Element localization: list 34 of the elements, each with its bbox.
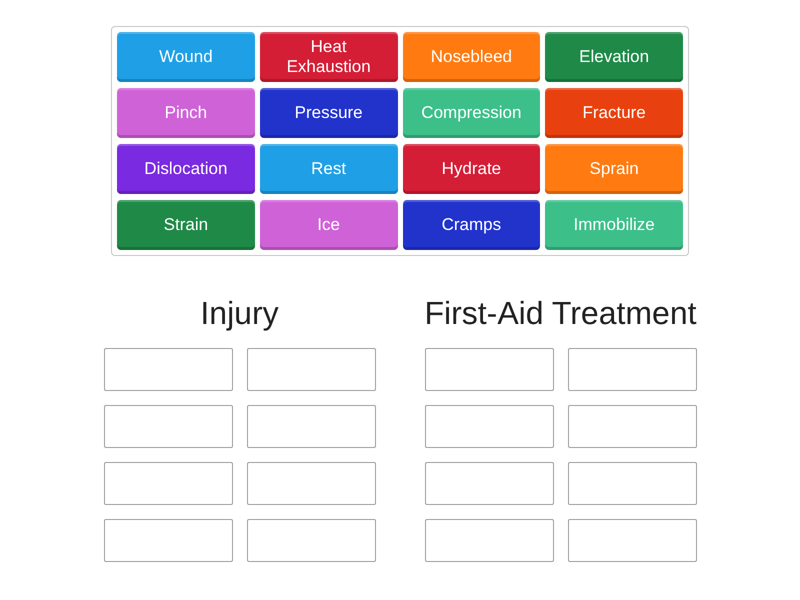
answer-tile[interactable]: Strain xyxy=(117,200,255,250)
answer-tile[interactable]: Heat Exhaustion xyxy=(260,32,398,82)
drop-slot[interactable] xyxy=(104,405,232,448)
answer-tile[interactable]: Ice xyxy=(260,200,398,250)
answer-tile[interactable]: Fracture xyxy=(545,88,683,138)
answer-tile[interactable]: Hydrate xyxy=(402,144,540,194)
drop-slot[interactable] xyxy=(104,462,232,505)
answer-tile[interactable]: Cramps xyxy=(402,200,540,250)
drop-slot[interactable] xyxy=(424,462,554,505)
answer-tile[interactable]: Immobilize xyxy=(545,200,683,250)
column-heading: First-Aid Treatment xyxy=(424,294,697,333)
answer-tile[interactable]: Sprain xyxy=(545,144,683,194)
answer-tile[interactable]: Nosebleed xyxy=(402,32,540,82)
drop-slot[interactable] xyxy=(246,405,376,448)
answer-tile[interactable]: Pressure xyxy=(260,88,398,138)
drop-slot[interactable] xyxy=(246,348,376,391)
drop-slot[interactable] xyxy=(104,348,232,391)
drop-slot[interactable] xyxy=(424,405,554,448)
answer-tile[interactable]: Pinch xyxy=(117,88,255,138)
answer-tile[interactable]: Wound xyxy=(117,32,255,82)
answer-tile[interactable]: Rest xyxy=(260,144,398,194)
drop-slot[interactable] xyxy=(568,348,696,391)
drop-slot[interactable] xyxy=(246,519,376,562)
answer-tile[interactable]: Compression xyxy=(402,88,540,138)
column-heading: Injury xyxy=(200,294,279,333)
drop-slot[interactable] xyxy=(568,519,696,562)
drop-slot[interactable] xyxy=(246,462,376,505)
drop-slot[interactable] xyxy=(568,462,696,505)
drop-slot[interactable] xyxy=(568,405,696,448)
answer-tile[interactable]: Elevation xyxy=(545,32,683,82)
drop-slot[interactable] xyxy=(424,348,554,391)
drop-slot[interactable] xyxy=(104,519,232,562)
answer-tile[interactable]: Dislocation xyxy=(117,144,255,194)
drop-slot[interactable] xyxy=(424,519,554,562)
